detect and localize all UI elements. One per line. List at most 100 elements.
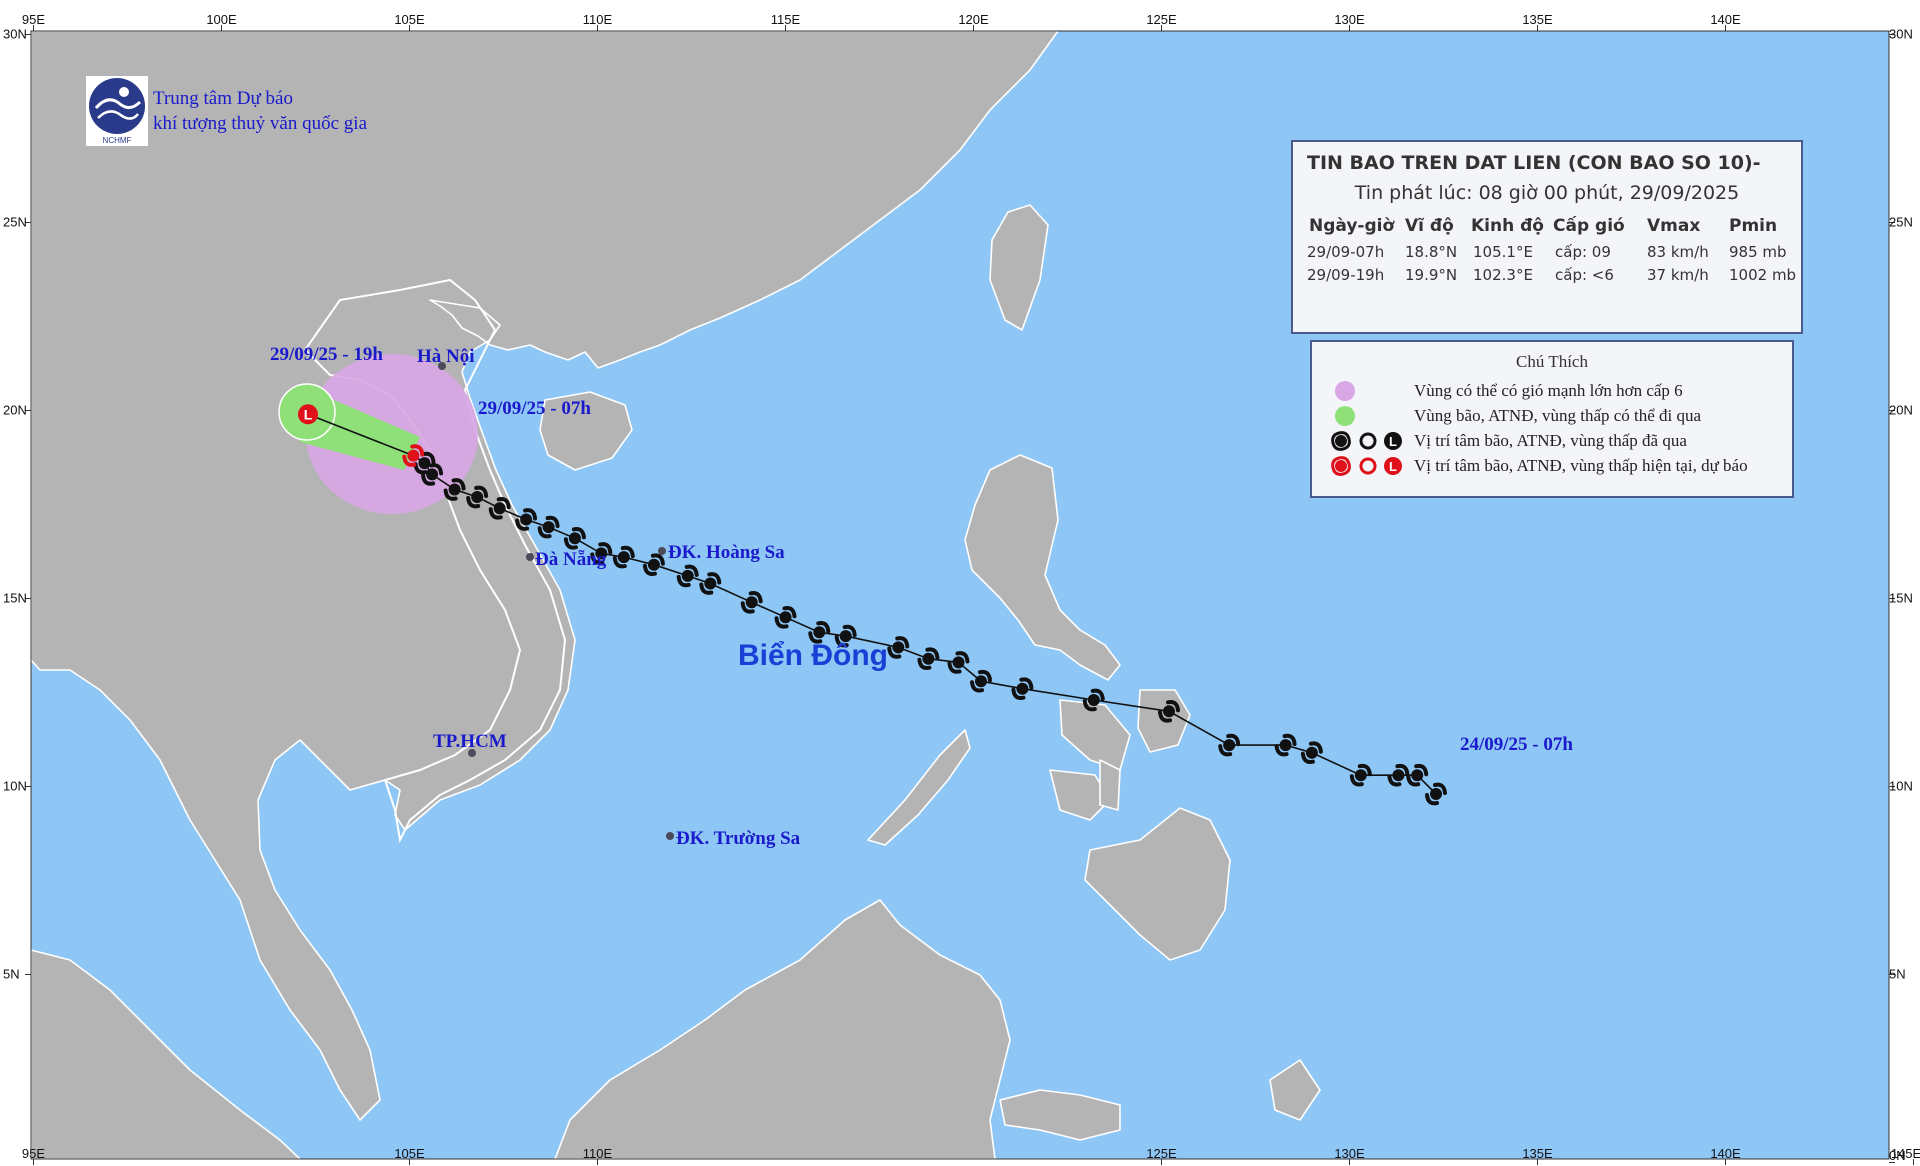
storm-eye <box>1016 682 1029 695</box>
lat-label-left: 15N <box>3 591 27 606</box>
storm-eye <box>892 641 905 654</box>
legend-symbol-storm-area <box>1335 406 1355 426</box>
storm-eye <box>779 611 792 624</box>
track-label-forecast: 29/09/25 - 19h <box>270 344 383 365</box>
lat-label-left: 5N <box>3 967 20 982</box>
storm-eye <box>745 596 758 609</box>
lat-label-left: 20N <box>3 403 27 418</box>
legend-symbol-past-positions: L <box>1331 431 1402 451</box>
lat-label-left: 25N <box>3 215 27 230</box>
lat-label-right: 15N <box>1889 591 1913 606</box>
city-dot-da-nang <box>526 553 534 561</box>
label-ha-noi: Hà Nội <box>417 346 475 367</box>
lat-label-right: 5N <box>1889 967 1906 982</box>
bulletin-header-lat: Vĩ độ <box>1405 216 1454 236</box>
legend-item-strong-wind: Vùng có thể có gió mạnh lớn hơn cấp 6 <box>1414 381 1683 400</box>
storm-eye <box>681 569 694 582</box>
storm-eye <box>542 521 555 534</box>
organization-name: Trung tâm Dự báo khí tượng thuỷ văn quốc… <box>153 86 367 136</box>
legend-title: Chú Thích <box>1516 352 1588 371</box>
bulletin-cell: cấp: 09 <box>1555 243 1611 261</box>
bulletin-cell: 105.1°E <box>1473 243 1533 261</box>
lon-label-top: 95E <box>22 12 45 27</box>
legend-symbol-current-positions: L <box>1331 456 1402 476</box>
bulletin-cell: cấp: <6 <box>1555 266 1614 284</box>
storm-eye <box>520 513 533 526</box>
lon-label-top: 120E <box>958 12 989 27</box>
bulletin-header-lon: Kinh độ <box>1471 216 1544 236</box>
legend-item-current-positions: Vị trí tâm bão, ATNĐ, vùng thấp hiện tại… <box>1414 456 1748 475</box>
bulletin-cell: 29/09-07h <box>1307 243 1385 261</box>
storm-eye <box>922 652 935 665</box>
legend-low-glyph: L <box>1389 434 1397 449</box>
city-dot-truong-sa <box>666 832 674 840</box>
logo-caption: NCHMF <box>103 136 132 145</box>
storm-eye <box>647 558 660 571</box>
bulletin-cell: 985 mb <box>1729 243 1787 261</box>
storm-eye <box>1411 769 1424 782</box>
lon-label-top: 140E <box>1710 12 1741 27</box>
bulletin-cell: 83 km/h <box>1647 243 1709 261</box>
bulletin-header-pmin: Pmin <box>1729 216 1778 236</box>
bulletin-cell: 102.3°E <box>1473 266 1533 284</box>
bulletin-header-wind: Cấp gió <box>1553 216 1625 236</box>
storm-eye <box>813 626 826 639</box>
bulletin-header-time: Ngày-giờ <box>1309 216 1395 236</box>
forecast-low-glyph: L <box>304 406 313 422</box>
legend-panel: Chú Thích Vùng có thể có gió mạnh lớn hơ… <box>1310 340 1794 498</box>
legend-low-glyph-red: L <box>1389 459 1397 474</box>
storm-eye <box>407 449 420 462</box>
storm-eye <box>1305 746 1318 759</box>
lon-label-top: 135E <box>1522 12 1553 27</box>
bulletin-cell: 1002 mb <box>1729 266 1797 284</box>
storm-eye <box>1392 769 1405 782</box>
lon-label-top: 125E <box>1146 12 1177 27</box>
label-sea-name: Biển Đông <box>738 639 888 672</box>
lon-label-top: 100E <box>206 12 237 27</box>
legend-symbol-strong-wind <box>1335 381 1355 401</box>
label-truong-sa: ĐK. Trường Sa <box>676 828 801 849</box>
lat-label-right: 30N <box>1889 27 1913 42</box>
storm-eye <box>1163 705 1175 718</box>
storm-eye <box>952 656 965 669</box>
storm-eye <box>1279 739 1292 752</box>
bulletin-cell: 19.9°N <box>1405 266 1458 284</box>
bulletin-cell: 37 km/h <box>1647 266 1709 284</box>
lon-label-top: 110E <box>583 12 613 27</box>
city-dot-hoang-sa <box>658 547 666 555</box>
label-tp-hcm: TP.HCM <box>433 731 507 752</box>
storm-eye <box>426 468 439 481</box>
lat-label-left: 30N <box>3 27 27 42</box>
track-label-current: 29/09/25 - 07h <box>478 398 591 419</box>
nchmf-logo: NCHMF <box>86 76 148 146</box>
storm-eye <box>1354 769 1367 782</box>
track-label-start: 24/09/25 - 07h <box>1460 734 1573 755</box>
storm-eye <box>1087 694 1100 706</box>
organization-line-1: Trung tâm Dự báo <box>153 88 293 109</box>
storm-eye <box>617 551 630 564</box>
bulletin-cell: 18.8°N <box>1405 243 1458 261</box>
storm-eye <box>704 577 717 590</box>
storm-eye <box>1430 788 1442 800</box>
bulletin-header-vmax: Vmax <box>1647 216 1701 236</box>
lat-label-right: 20N <box>1889 403 1913 418</box>
storm-eye <box>418 457 431 470</box>
lon-label-top: 105E <box>394 12 425 27</box>
lat-label-right: 0N <box>1889 1148 1906 1163</box>
lat-label-right: 10N <box>1889 779 1913 794</box>
bulletin-title: TIN BAO TREN DAT LIEN (CON BAO SO 10)- <box>1307 152 1761 174</box>
storm-eye <box>448 483 461 496</box>
forecast-low-position: L <box>298 404 318 425</box>
bulletin-cell: 29/09-19h <box>1307 266 1385 284</box>
lat-label-left: 10N <box>3 779 27 794</box>
legend-item-past-positions: Vị trí tâm bão, ATNĐ, vùng thấp đã qua <box>1414 431 1687 450</box>
storm-eye <box>568 532 581 545</box>
label-da-nang: Đà Nẵng <box>535 549 607 570</box>
bulletin-panel: TIN BAO TREN DAT LIEN (CON BAO SO 10)- T… <box>1291 140 1803 334</box>
storm-eye <box>975 675 987 688</box>
bulletin-issued: Tin phát lúc: 08 giờ 00 phút, 29/09/2025 <box>1354 182 1740 204</box>
lon-label-top: 115E <box>771 12 801 27</box>
storm-eye <box>493 502 506 515</box>
legend-item-storm-area: Vùng bão, ATNĐ, vùng thấp có thể đi qua <box>1414 406 1702 425</box>
storm-eye <box>1223 739 1236 752</box>
